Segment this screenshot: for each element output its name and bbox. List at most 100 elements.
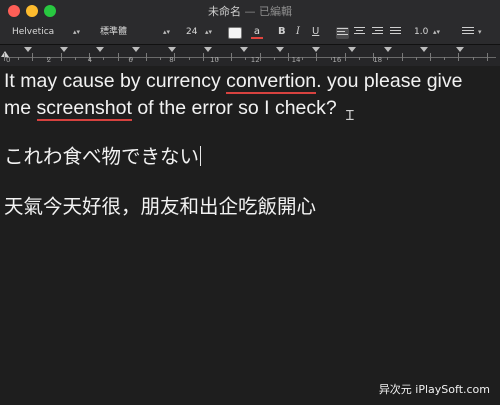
ruler-tick — [458, 53, 460, 61]
misspelled-word[interactable]: convertion — [226, 70, 317, 94]
tab-stop-icon[interactable] — [60, 47, 68, 52]
list-bullets-icon[interactable] — [462, 27, 474, 37]
text-caret — [200, 146, 202, 166]
ruler-label: 16 — [332, 56, 342, 64]
tab-stop-icon[interactable] — [96, 47, 104, 52]
highlight-color-well[interactable]: a — [250, 26, 264, 39]
ruler-tick — [32, 53, 34, 61]
paragraph-english[interactable]: It may cause by currency convertion. you… — [4, 68, 463, 122]
text-run: 天氣今天好很，朋友和出企吃飯開心 — [4, 196, 317, 218]
document-name: 未命名 — [208, 5, 241, 18]
ruler-tick — [344, 53, 346, 61]
chevron-down-icon[interactable]: ▾ — [478, 25, 482, 39]
ruler-tick — [146, 53, 147, 61]
ruler-label: 4 — [87, 56, 93, 64]
tab-stop-icon[interactable] — [384, 47, 392, 52]
tab-stop-icon[interactable] — [312, 47, 320, 52]
ruler-tick — [188, 57, 190, 60]
ruler-tick — [415, 57, 417, 60]
ruler-tick — [387, 57, 389, 60]
text-run: of the error so I check? — [131, 97, 337, 119]
ruler-tick — [430, 53, 431, 61]
ruler-tick — [245, 57, 247, 60]
chevron-updown-icon: ▴▾ — [72, 28, 80, 36]
highlight-color-bar — [251, 37, 263, 39]
tab-stop-icon[interactable] — [420, 47, 428, 52]
edited-status: 已編輯 — [259, 5, 292, 18]
ruler-tick — [117, 53, 119, 61]
chevron-updown-icon: ▴▾ — [432, 28, 440, 36]
ruler-tick — [160, 57, 162, 60]
ibeam-cursor-icon: Ɪ — [346, 108, 354, 124]
font-family-value: Helvetica — [12, 27, 55, 37]
text-run: It may cause by currency — [4, 70, 227, 92]
ruler-tick — [273, 57, 275, 60]
ruler-tick — [401, 53, 403, 61]
text-run: . you please give — [316, 70, 463, 92]
align-justify-icon[interactable] — [390, 27, 401, 37]
ruler-tick — [259, 53, 261, 61]
italic-button[interactable]: I — [296, 25, 300, 39]
ruler-tick — [174, 53, 176, 61]
ruler-tick — [202, 53, 204, 61]
tab-stop-icon[interactable] — [24, 47, 32, 52]
ruler-tick — [302, 57, 304, 60]
ruler[interactable]: 0 2 4 6 8 10 12 14 16 18 — [0, 45, 500, 67]
ruler-label: 18 — [373, 56, 383, 64]
align-left-icon[interactable] — [336, 27, 349, 39]
misspelled-word[interactable]: screenshot — [36, 97, 132, 121]
ruler-tick — [472, 57, 474, 60]
ruler-tick — [4, 53, 5, 61]
underline-button[interactable]: U — [312, 25, 319, 39]
font-style-select[interactable]: 標準體 ▴▾ — [100, 25, 172, 39]
chevron-updown-icon: ▴▾ — [162, 28, 170, 36]
ruler-tick — [231, 53, 233, 61]
tab-stop-icon[interactable] — [456, 47, 464, 52]
bold-button[interactable]: B — [278, 25, 286, 39]
paragraph-chinese[interactable]: 天氣今天好很，朋友和出企吃飯開心 — [4, 194, 316, 221]
tab-stop-icon[interactable] — [204, 47, 212, 52]
ruler-tick — [18, 57, 20, 60]
ruler-label: 14 — [291, 56, 301, 64]
paragraph-japanese[interactable]: これわ食べ物できない — [4, 144, 202, 171]
highlight-glyph: a — [253, 26, 261, 37]
ruler-label: 10 — [210, 56, 219, 64]
format-toolbar: Helvetica ▴▾ 標準體 ▴▾ 24 ▴▾ a B I U 1.0 ▴▾… — [0, 22, 500, 45]
ruler-tick — [359, 57, 360, 60]
ruler-label: 6 — [128, 56, 133, 64]
tab-stop-icon[interactable] — [240, 47, 248, 52]
document-area[interactable]: It may cause by currency convertion. you… — [0, 66, 500, 405]
title-bar[interactable]: 未命名 — 已編輯 — [0, 0, 500, 22]
tab-stop-icon[interactable] — [132, 47, 140, 52]
ruler-tick — [288, 53, 289, 61]
ruler-tick — [60, 53, 62, 61]
text-color-well[interactable] — [228, 27, 242, 39]
tab-stop-icon[interactable] — [348, 47, 356, 52]
text-run: これわ食べ物できない — [4, 146, 200, 168]
ruler-tick — [486, 53, 488, 61]
ruler-tick — [75, 57, 76, 60]
text-run: me — [4, 97, 37, 119]
watermark: 异次元 iPlaySoft.com — [378, 383, 490, 396]
title-separator: — — [244, 5, 256, 18]
tab-stop-icon[interactable] — [276, 47, 284, 52]
tab-stop-icon[interactable] — [168, 47, 176, 52]
ruler-tick — [103, 57, 105, 60]
align-center-icon[interactable] — [354, 27, 365, 37]
ruler-label: 2 — [46, 56, 52, 64]
line-spacing-select[interactable]: 1.0 ▴▾ — [414, 25, 442, 39]
font-style-value: 標準體 — [100, 27, 128, 37]
ruler-label: 0 — [6, 56, 11, 64]
window-title: 未命名 — 已編輯 — [0, 3, 500, 19]
ruler-tick — [444, 57, 446, 60]
font-size-select[interactable]: 24 ▴▾ — [186, 25, 214, 39]
align-right-icon[interactable] — [372, 27, 383, 37]
font-family-select[interactable]: Helvetica ▴▾ — [12, 25, 82, 39]
line-spacing-value: 1.0 — [414, 27, 429, 37]
font-size-value: 24 — [186, 27, 198, 37]
ruler-label: 8 — [169, 56, 174, 64]
chevron-updown-icon: ▴▾ — [204, 28, 212, 36]
ruler-label: 12 — [250, 56, 260, 64]
textedit-window: 未命名 — 已編輯 Helvetica ▴▾ 標準體 ▴▾ 24 ▴▾ a B … — [0, 0, 500, 405]
ruler-tick — [316, 53, 318, 61]
